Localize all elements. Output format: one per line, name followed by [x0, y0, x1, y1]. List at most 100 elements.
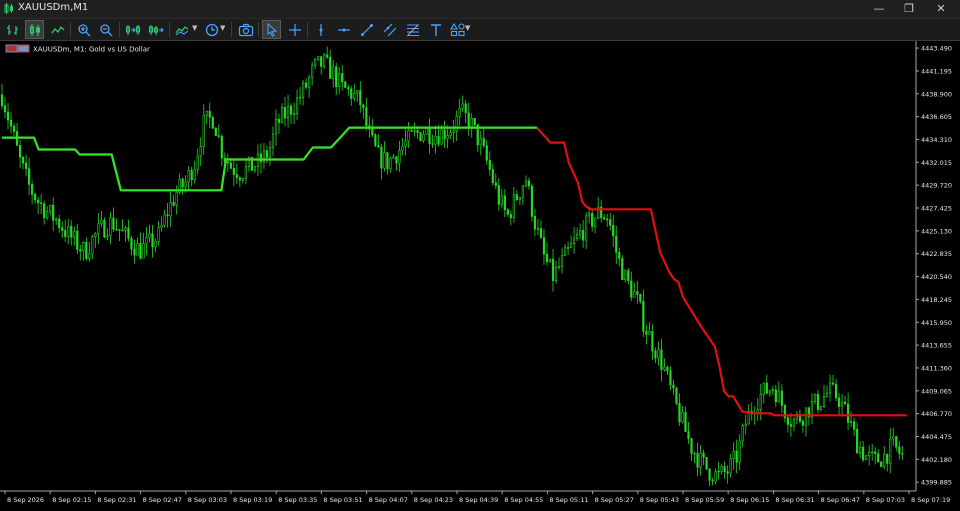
- tile-windows-icon[interactable]: [123, 20, 142, 39]
- candle-body: [130, 238, 133, 250]
- candle-body: [332, 66, 335, 79]
- candle-body: [515, 194, 518, 201]
- candle-body: [479, 138, 482, 146]
- candle-body: [603, 217, 606, 220]
- candle-body: [82, 241, 85, 252]
- candle-body: [289, 105, 293, 115]
- candle-body: [43, 203, 46, 219]
- candle-body: [317, 56, 320, 60]
- candle-body: [79, 249, 82, 252]
- price-chart[interactable]: XAUUSDm, M1: Gold vs US Dollar 4443.490 4…: [0, 41, 960, 511]
- candle-body: [672, 384, 675, 389]
- candle-body: [633, 291, 636, 298]
- candle-body: [723, 466, 726, 473]
- candle-body: [645, 330, 648, 335]
- candle-body: [865, 455, 868, 461]
- candle-body: [699, 452, 702, 468]
- trend-line-icon[interactable]: [357, 20, 376, 39]
- candle-body: [220, 135, 223, 159]
- price-tick-label: 4404.475: [921, 433, 952, 441]
- candle-body: [579, 230, 582, 235]
- candle-body: [151, 233, 154, 248]
- candle-body: [217, 135, 220, 137]
- cursor-icon[interactable]: [262, 20, 281, 39]
- candlestick-chart-icon[interactable]: [25, 20, 44, 39]
- candle-body: [606, 218, 609, 221]
- text-tool-icon[interactable]: [426, 20, 445, 39]
- candle-body: [500, 195, 503, 205]
- candle-body: [428, 128, 431, 144]
- candle-body: [449, 132, 452, 136]
- fibonacci-icon[interactable]: [403, 20, 422, 39]
- time-tick-label: 8 Sep 07:03: [866, 496, 905, 504]
- candle-body: [714, 470, 717, 482]
- candle-body: [503, 195, 506, 211]
- time-tick-label: 8 Sep 05:43: [640, 496, 679, 504]
- candle-body: [877, 453, 880, 463]
- candle-body: [437, 136, 440, 145]
- indicators-dropdown-caret[interactable]: ▼: [192, 24, 197, 32]
- zoom-in-icon[interactable]: [74, 20, 93, 39]
- candle-body: [696, 453, 699, 468]
- autoscroll-icon[interactable]: [146, 20, 165, 39]
- candle-body: [386, 152, 389, 170]
- candle-body: [97, 223, 100, 234]
- vertical-line-icon[interactable]: [311, 20, 330, 39]
- symbol-legend-text: XAUUSDm, M1: Gold vs US Dollar: [33, 46, 150, 54]
- crosshair-icon[interactable]: [285, 20, 304, 39]
- period-clock-icon[interactable]: [202, 20, 221, 39]
- chart-toolbar: ▼ ▼ ▼: [0, 19, 960, 41]
- time-tick-label: 8 Sep 02:15: [52, 496, 91, 504]
- chart-legend: XAUUSDm, M1: Gold vs US Dollar: [5, 44, 150, 54]
- price-tick-label: 4422.835: [921, 250, 952, 258]
- line-chart-icon[interactable]: [48, 20, 67, 39]
- candle-body: [862, 446, 865, 461]
- candle-body: [786, 417, 789, 425]
- zoom-out-icon[interactable]: [96, 20, 115, 39]
- candle-body: [434, 136, 437, 145]
- candle-body: [320, 56, 323, 67]
- time-tick-label: 8 Sep 02:47: [143, 496, 182, 504]
- candle-body: [765, 382, 768, 394]
- candle-body: [850, 421, 853, 423]
- candle-body: [91, 236, 94, 255]
- channel-icon[interactable]: [380, 20, 399, 39]
- time-tick-label: 8 Sep 04:39: [459, 496, 498, 504]
- candle-body: [193, 169, 196, 181]
- candle-body: [639, 294, 642, 302]
- candle-body: [813, 393, 817, 402]
- candle-body: [551, 258, 555, 282]
- candle-body: [687, 431, 690, 439]
- candle-body: [286, 105, 290, 119]
- candle-body: [157, 227, 160, 242]
- time-tick-label: 8 Sep 04:55: [504, 496, 543, 504]
- indicators-icon[interactable]: [173, 20, 192, 39]
- time-tick-label: 8 Sep 02:31: [97, 496, 136, 504]
- close-button[interactable]: ✕: [926, 0, 956, 18]
- horizontal-line-icon[interactable]: [334, 20, 353, 39]
- price-tick-label: 4402.180: [921, 456, 952, 464]
- candle-body: [163, 214, 166, 226]
- restore-button[interactable]: ❐: [894, 0, 924, 18]
- candle-body: [889, 438, 892, 464]
- screenshot-icon[interactable]: [236, 20, 255, 39]
- candle-body: [326, 54, 329, 58]
- candle-body: [464, 103, 467, 114]
- minimize-button[interactable]: —: [864, 0, 894, 18]
- candle-body: [675, 387, 678, 404]
- candle-body: [621, 258, 624, 281]
- candle-body: [660, 349, 663, 370]
- chart-background: [0, 41, 960, 511]
- bar-chart-icon[interactable]: [3, 20, 22, 39]
- period-dropdown-caret[interactable]: ▼: [220, 24, 225, 32]
- candle-body: [410, 130, 413, 132]
- shapes-dropdown-caret[interactable]: ▼: [465, 24, 470, 32]
- candle-body: [392, 156, 395, 159]
- candle-body: [419, 132, 422, 141]
- candle-body: [40, 202, 43, 204]
- candle-body: [594, 217, 597, 227]
- candle-body: [768, 390, 771, 394]
- price-tick-label: 4399.885: [921, 479, 952, 487]
- candle-body: [488, 160, 491, 170]
- candle-body: [816, 393, 820, 410]
